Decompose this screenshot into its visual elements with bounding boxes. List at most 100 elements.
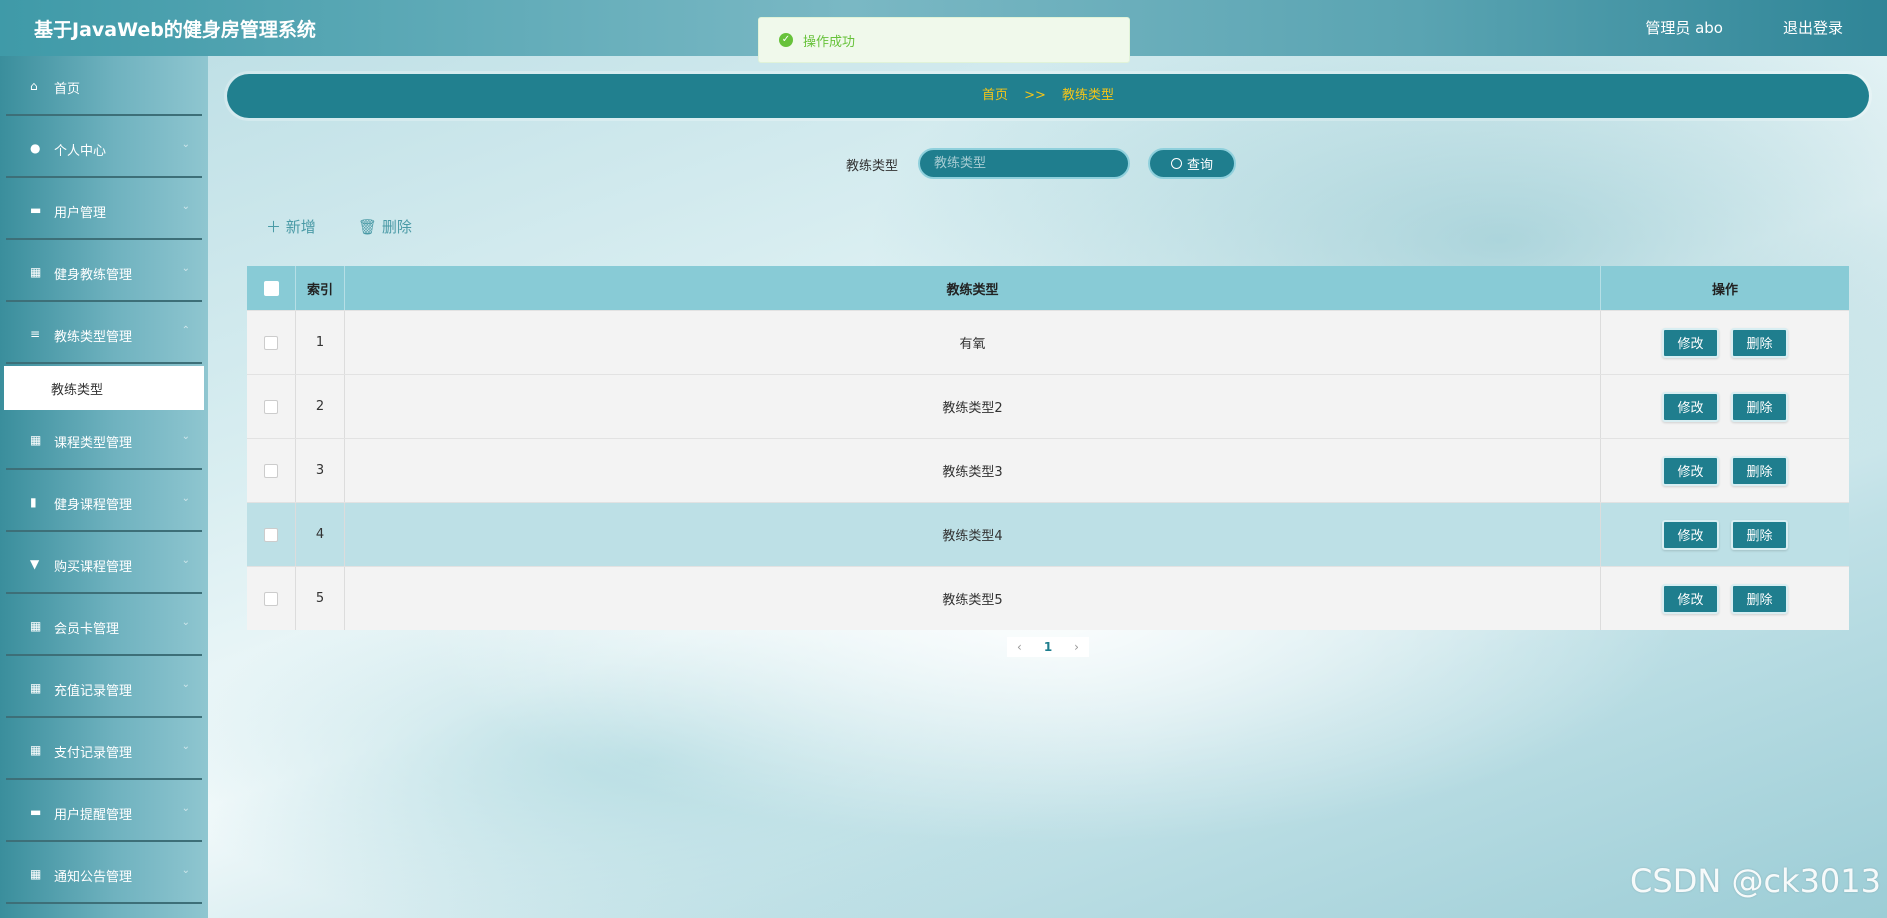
logout-button[interactable]: 退出登录 [1783, 17, 1843, 38]
app-title: 基于JavaWeb的健身房管理系统 [34, 19, 316, 41]
edit-button[interactable]: 修改 [1662, 327, 1719, 358]
chevron-down-icon: ⌄ [181, 679, 190, 690]
breadcrumb-current: 教练类型 [1062, 88, 1115, 103]
sidebar-item-reminders[interactable]: ▬ 用户提醒管理 ⌄ [6, 782, 202, 842]
bar-chart-icon: ▮ [30, 495, 37, 509]
delete-button[interactable]: 删除 [1731, 455, 1788, 486]
header-type: 教练类型 [345, 266, 1601, 310]
select-all-cell [247, 266, 296, 310]
sidebar-item-home[interactable]: ⌂ 首页 [6, 56, 202, 116]
chevron-down-icon: ⌄ [181, 617, 190, 628]
sidebar-item-label: 支付记录管理 [54, 746, 133, 761]
sidebar-item-course-types[interactable]: ▦ 课程类型管理 ⌄ [6, 410, 202, 470]
sidebar-item-notices[interactable]: ▦ 通知公告管理 ⌄ [6, 844, 202, 904]
chevron-down-icon: ⌄ [181, 139, 190, 150]
row-type: 教练类型3 [345, 439, 1601, 502]
row-checkbox[interactable] [264, 591, 278, 606]
sidebar-item-courses[interactable]: ▮ 健身课程管理 ⌄ [6, 472, 202, 532]
batch-delete-label: 删除 [381, 218, 412, 236]
sidebar-item-label: 购买课程管理 [54, 560, 133, 575]
plus-icon: ＋ [266, 218, 282, 236]
row-index: 5 [296, 567, 345, 630]
chevron-down-icon: ⌄ [181, 493, 190, 504]
grid-icon: ▦ [30, 867, 42, 881]
sidebar-subitem-label: 教练类型 [51, 383, 104, 398]
watermark: CSDN @ck3013 [1630, 862, 1881, 900]
grid-icon: ▦ [30, 265, 42, 279]
delete-button[interactable]: 删除 [1731, 327, 1788, 358]
sidebar-item-label: 健身教练管理 [54, 268, 133, 283]
grid-icon: ▦ [30, 619, 42, 633]
current-user: 管理员 abo [1645, 19, 1723, 37]
sliders-icon: ≡ [30, 327, 41, 341]
batch-delete-button[interactable]: 🗑 删除 [358, 216, 412, 237]
select-all-checkbox[interactable] [263, 280, 279, 296]
edit-button[interactable]: 修改 [1662, 391, 1719, 422]
sidebar-item-member-cards[interactable]: ▦ 会员卡管理 ⌄ [6, 596, 202, 656]
grid-icon: ▦ [30, 681, 42, 695]
home-icon: ⌂ [30, 79, 38, 93]
add-button[interactable]: ＋ 新增 [266, 216, 316, 237]
table-row: 3 教练类型3 修改 删除 [247, 438, 1849, 502]
user-icon: ● [30, 141, 41, 155]
monitor-icon: ▬ [30, 203, 42, 217]
toast-message: 操作成功 [803, 34, 856, 50]
sidebar-item-label: 用户管理 [54, 206, 107, 221]
chevron-down-icon: ⌄ [181, 865, 190, 876]
sidebar-item-users[interactable]: ▬ 用户管理 ⌄ [6, 180, 202, 240]
chevron-down-icon: ⌄ [181, 741, 190, 752]
breadcrumb: 首页 >> 教练类型 [227, 74, 1869, 118]
search-input[interactable] [918, 148, 1130, 179]
row-type: 有氧 [345, 311, 1601, 374]
sidebar-item-trainers[interactable]: ▦ 健身教练管理 ⌄ [6, 242, 202, 302]
search-label: 教练类型 [846, 159, 899, 174]
table-row: 4 教练类型4 修改 删除 [247, 502, 1849, 566]
chevron-down-icon: ⌄ [181, 201, 190, 212]
sidebar-item-purchases[interactable]: ▼ 购买课程管理 ⌄ [6, 534, 202, 594]
search-button[interactable]: 查询 [1148, 148, 1236, 179]
table-row: 5 教练类型5 修改 删除 [247, 566, 1849, 630]
sidebar: ⌂ 首页 ● 个人中心 ⌄ ▬ 用户管理 ⌄ ▦ 健身教练管理 ⌄ ≡ 教练类型… [0, 56, 208, 918]
edit-button[interactable]: 修改 [1662, 455, 1719, 486]
delete-button[interactable]: 删除 [1731, 583, 1788, 614]
delete-button[interactable]: 删除 [1731, 519, 1788, 550]
search-button-label: 查询 [1186, 158, 1213, 173]
prev-page-button[interactable]: ‹ [1017, 640, 1022, 654]
sidebar-item-label: 个人中心 [54, 144, 107, 159]
trash-icon: 🗑 [358, 218, 378, 236]
breadcrumb-home[interactable]: 首页 [982, 88, 1008, 103]
table-row: 1 有氧 修改 删除 [247, 310, 1849, 374]
sidebar-item-payment-records[interactable]: ▦ 支付记录管理 ⌄ [6, 720, 202, 780]
chevron-down-icon: ⌄ [181, 555, 190, 566]
row-checkbox[interactable] [264, 527, 278, 542]
delete-button[interactable]: 删除 [1731, 391, 1788, 422]
pagination: ‹ 1 › [1007, 637, 1089, 657]
sidebar-item-label: 充值记录管理 [54, 684, 133, 699]
sidebar-item-trainer-types[interactable]: ≡ 教练类型管理 ⌃ [6, 304, 202, 364]
row-index: 1 [296, 311, 345, 374]
chevron-up-icon: ⌃ [181, 325, 190, 336]
row-checkbox[interactable] [264, 399, 278, 414]
chevron-down-icon: ⌄ [181, 263, 190, 274]
chevron-down-icon: ⌄ [181, 803, 190, 814]
row-index: 4 [296, 503, 345, 566]
sidebar-item-label: 用户提醒管理 [54, 808, 133, 823]
sidebar-subitem-trainer-type[interactable]: 教练类型 [4, 366, 204, 410]
row-type: 教练类型5 [345, 567, 1601, 630]
sidebar-item-label: 教练类型管理 [54, 330, 133, 345]
grid-icon: ▦ [30, 433, 42, 447]
page-number[interactable]: 1 [1044, 640, 1052, 654]
sidebar-item-recharge-records[interactable]: ▦ 充值记录管理 ⌄ [6, 658, 202, 718]
sidebar-item-label: 课程类型管理 [54, 436, 133, 451]
row-checkbox[interactable] [264, 335, 278, 350]
row-type: 教练类型2 [345, 375, 1601, 438]
row-checkbox[interactable] [264, 463, 278, 478]
header-index: 索引 [296, 266, 345, 310]
sidebar-item-profile[interactable]: ● 个人中心 ⌄ [6, 118, 202, 178]
header-ops: 操作 [1711, 282, 1738, 298]
chevron-down-icon: ⌄ [181, 431, 190, 442]
next-page-button[interactable]: › [1074, 640, 1079, 654]
edit-button[interactable]: 修改 [1662, 583, 1719, 614]
edit-button[interactable]: 修改 [1662, 519, 1719, 550]
message-icon: ▬ [30, 805, 42, 819]
